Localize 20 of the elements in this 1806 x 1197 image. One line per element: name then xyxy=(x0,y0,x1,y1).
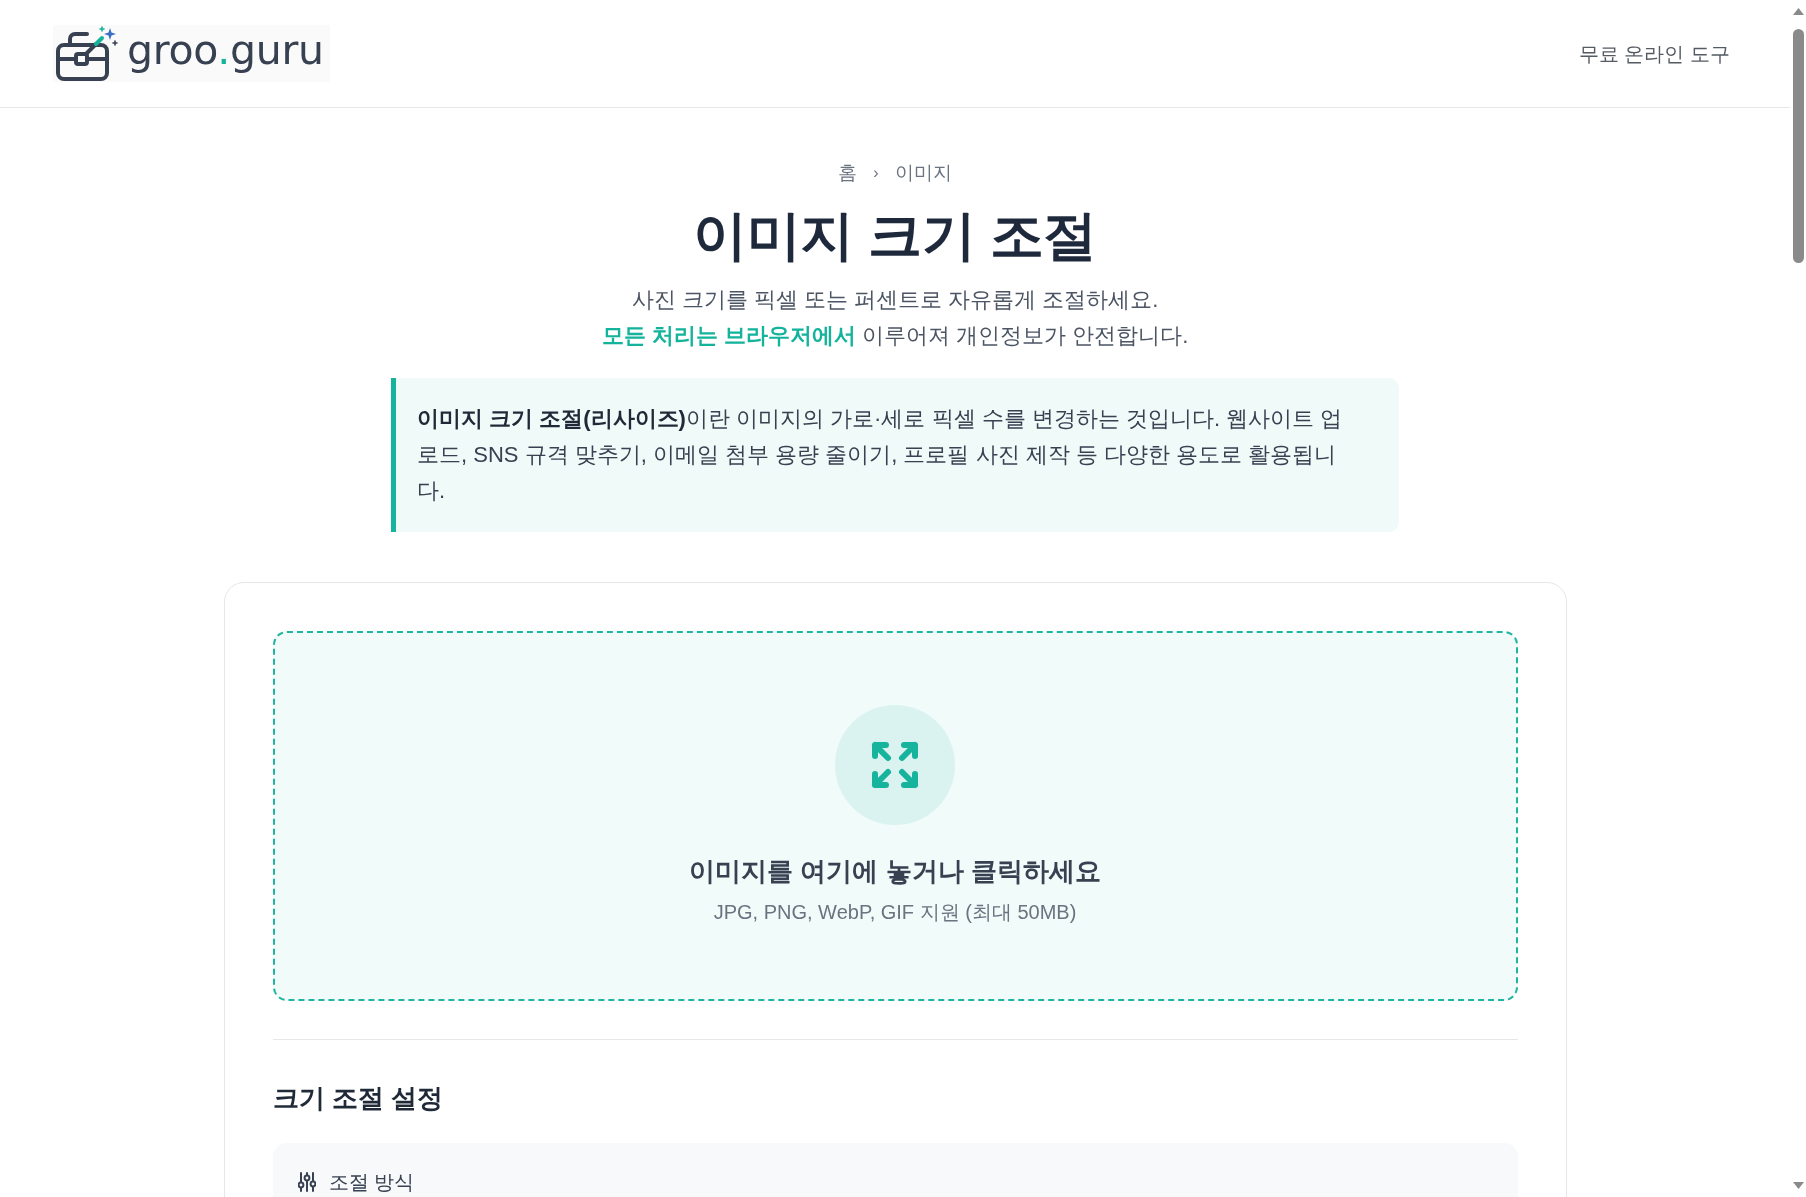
sliders-icon xyxy=(297,1172,316,1192)
settings-heading: 크기 조절 설정 xyxy=(272,1082,444,1115)
file-drop-zone[interactable]: 이미지를 여기에 놓거나 클릭하세요 JPG, PNG, WebP, GIF 지원 (최대 50MB) xyxy=(272,631,1518,1001)
expand-arrows-icon xyxy=(835,705,955,825)
subtitle-text: 모든 처리는 브라우저에서 이루어져 개인정보가 안전합니다. xyxy=(600,322,1190,350)
logo-link[interactable]: groo.guru xyxy=(53,25,330,82)
breadcrumb-current: 이미지 xyxy=(894,161,952,185)
description-text: 이미지 크기 조절(리사이즈)이란 이미지의 가로·세로 픽셀 수를 변경하는 것입니다. 웹사이트 업로드, SNS 규격 맞추기, 이메일 첨부 용량 줄이기, 프로필 사진 제작 등 다양한 용도로 활용됩니다. xyxy=(417,405,1344,505)
drop-zone-hint: JPG, PNG, WebP, GIF 지원 (최대 50MB) xyxy=(712,900,1078,925)
toolbox-icon xyxy=(55,25,119,82)
scrollbar-thumb[interactable] xyxy=(1792,29,1804,263)
scroll-down-icon[interactable] xyxy=(1792,1182,1804,1189)
page-title: 이미지 크기 조절 xyxy=(692,204,1098,267)
breadcrumb-separator: › xyxy=(873,163,879,183)
section-label: 조절 방식 xyxy=(328,1170,415,1195)
subtitle-text: 사진 크기를 픽셀 또는 퍼센트로 자유롭게 조절하세요. xyxy=(630,286,1160,314)
scroll-up-icon[interactable] xyxy=(1792,8,1804,15)
breadcrumb-link[interactable]: 홈 xyxy=(838,160,858,185)
nav-link[interactable]: 무료 온라인 도구 xyxy=(1578,40,1730,67)
drop-zone-title: 이미지를 여기에 놓거나 클릭하세요 xyxy=(688,855,1102,888)
